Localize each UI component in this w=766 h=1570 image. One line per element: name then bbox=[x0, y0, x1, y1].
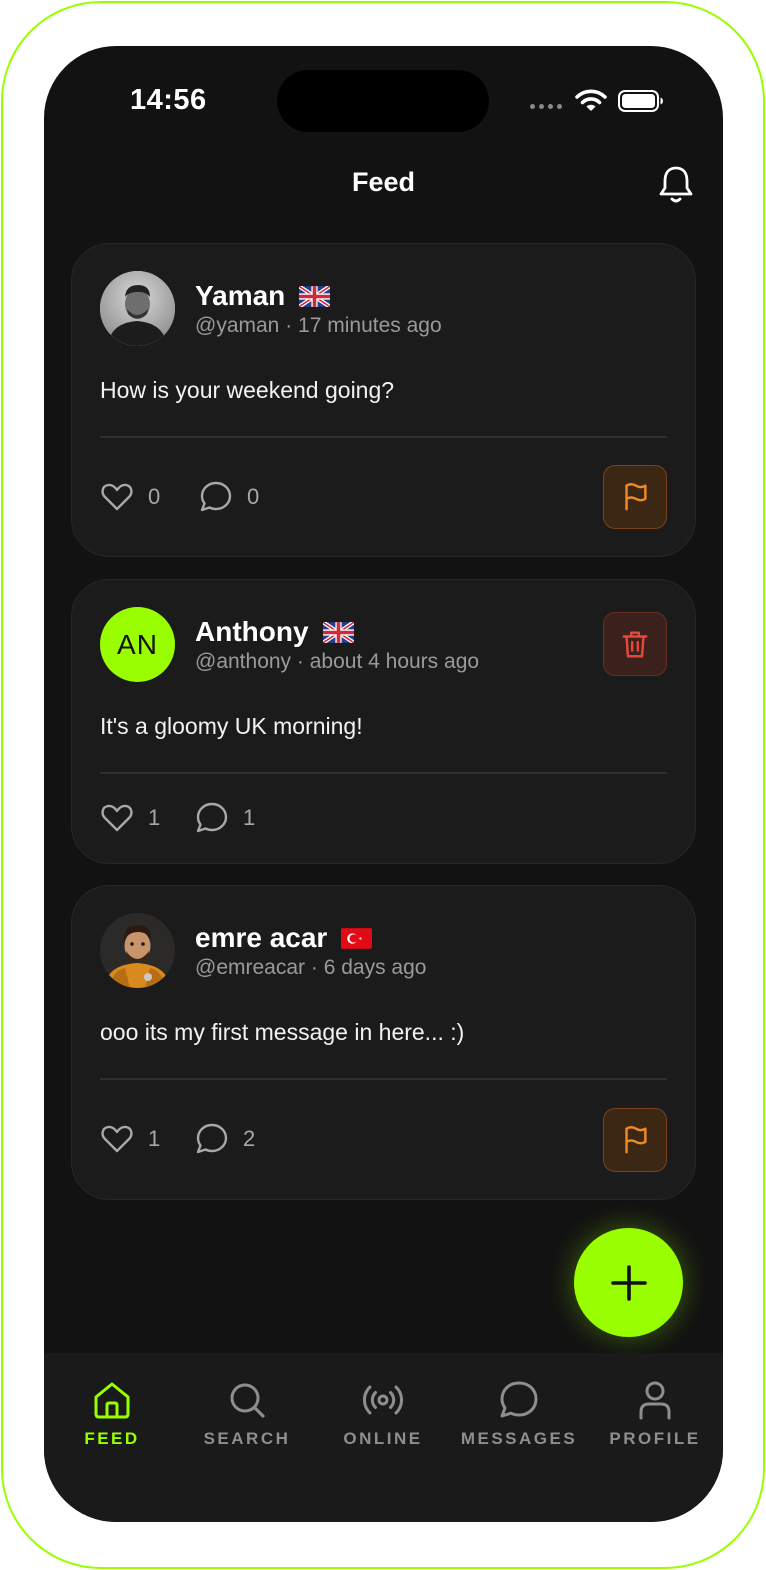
search-icon bbox=[230, 1383, 265, 1418]
cellular-signal-icon bbox=[530, 104, 562, 109]
post-card: Yaman @yaman · 17 minutes ago How is you… bbox=[71, 243, 696, 557]
broadcast-icon bbox=[363, 1385, 403, 1415]
tab-label: ONLINE bbox=[343, 1429, 423, 1448]
author-meta: @emreacar · 6 days ago bbox=[195, 956, 426, 980]
post-time: about 4 hours ago bbox=[309, 650, 480, 673]
author-meta: @anthony · about 4 hours ago bbox=[195, 650, 479, 674]
tab-profile[interactable]: PROFILE bbox=[587, 1379, 723, 1449]
divider bbox=[100, 1078, 667, 1080]
new-post-button[interactable] bbox=[574, 1228, 683, 1337]
post-card: AN Anthony @anthony · about 4 hours ago … bbox=[71, 579, 696, 864]
plus-icon bbox=[610, 1264, 647, 1301]
wifi-icon bbox=[575, 89, 607, 111]
comment-button[interactable]: 1 bbox=[195, 801, 255, 835]
meta-separator: · bbox=[310, 956, 318, 979]
comment-icon bbox=[196, 802, 228, 833]
trash-icon bbox=[622, 631, 648, 658]
avatar[interactable] bbox=[100, 271, 175, 346]
tab-messages[interactable]: MESSAGES bbox=[451, 1379, 587, 1449]
like-count: 0 bbox=[148, 484, 161, 509]
author-row: Yaman bbox=[195, 280, 331, 312]
comment-count: 2 bbox=[243, 1126, 256, 1151]
uk-flag-icon bbox=[322, 621, 354, 643]
battery-icon bbox=[618, 90, 663, 112]
author-name[interactable]: Yaman bbox=[195, 280, 285, 312]
dynamic-island bbox=[277, 70, 489, 132]
heart-icon bbox=[101, 483, 133, 511]
user-icon bbox=[639, 1381, 671, 1420]
post-text: ooo its my first message in here... :) bbox=[100, 1019, 465, 1045]
post-time: 17 minutes ago bbox=[298, 314, 442, 337]
avatar[interactable] bbox=[100, 913, 175, 988]
home-icon bbox=[94, 1382, 130, 1419]
like-count: 1 bbox=[148, 805, 161, 830]
post-text: How is your weekend going? bbox=[100, 377, 395, 403]
status-time: 14:56 bbox=[130, 84, 207, 116]
like-button[interactable]: 1 bbox=[100, 1122, 160, 1156]
heart-icon bbox=[101, 804, 133, 832]
author-meta: @yaman · 17 minutes ago bbox=[195, 314, 442, 338]
tab-label: FEED bbox=[84, 1429, 140, 1448]
comment-icon bbox=[196, 1123, 228, 1154]
report-button[interactable] bbox=[603, 1108, 667, 1172]
tab-feed[interactable]: FEED bbox=[44, 1379, 180, 1449]
comment-button[interactable]: 2 bbox=[195, 1122, 255, 1156]
divider bbox=[100, 772, 667, 774]
page-title: Feed bbox=[351, 167, 416, 197]
author-row: emre acar bbox=[195, 922, 373, 954]
heart-icon bbox=[101, 1125, 133, 1153]
tab-search[interactable]: SEARCH bbox=[179, 1379, 315, 1449]
comment-count: 1 bbox=[243, 805, 256, 830]
tab-bar: FEED SEARCH ONLINE MESSAGES PROFILE bbox=[44, 1353, 723, 1522]
author-name[interactable]: emre acar bbox=[195, 922, 327, 954]
chat-bubble-icon bbox=[500, 1381, 538, 1418]
post-card: emre acar @emreacar · 6 days ago ooo its… bbox=[71, 885, 696, 1200]
tab-label: SEARCH bbox=[203, 1429, 291, 1448]
tab-label: PROFILE bbox=[609, 1429, 701, 1448]
meta-separator: · bbox=[285, 314, 293, 337]
comment-button[interactable]: 0 bbox=[199, 480, 259, 514]
author-handle: @anthony bbox=[195, 650, 292, 673]
comment-count: 0 bbox=[247, 484, 260, 509]
tab-label: MESSAGES bbox=[460, 1429, 578, 1448]
uk-flag-icon bbox=[299, 285, 331, 307]
bell-icon[interactable] bbox=[656, 164, 696, 206]
author-handle: @yaman bbox=[195, 314, 280, 337]
divider bbox=[100, 436, 667, 438]
flag-icon bbox=[625, 1126, 647, 1154]
author-name[interactable]: Anthony bbox=[195, 616, 309, 648]
turkey-flag-icon bbox=[341, 927, 373, 949]
avatar[interactable]: AN bbox=[100, 607, 175, 682]
app-screen: 14:56 Feed Yaman @yaman · 17 minutes ago… bbox=[44, 46, 723, 1522]
report-button[interactable] bbox=[603, 465, 667, 529]
delete-button[interactable] bbox=[603, 612, 667, 676]
author-handle: @emreacar bbox=[195, 956, 306, 979]
meta-separator: · bbox=[296, 650, 304, 673]
like-button[interactable]: 0 bbox=[100, 480, 160, 514]
post-time: 6 days ago bbox=[323, 956, 427, 979]
like-count: 1 bbox=[148, 1126, 161, 1151]
post-text: It's a gloomy UK morning! bbox=[100, 713, 363, 739]
flag-icon bbox=[625, 483, 647, 511]
comment-icon bbox=[200, 481, 232, 512]
author-row: Anthony bbox=[195, 616, 354, 648]
tab-online[interactable]: ONLINE bbox=[315, 1379, 451, 1449]
like-button[interactable]: 1 bbox=[100, 801, 160, 835]
